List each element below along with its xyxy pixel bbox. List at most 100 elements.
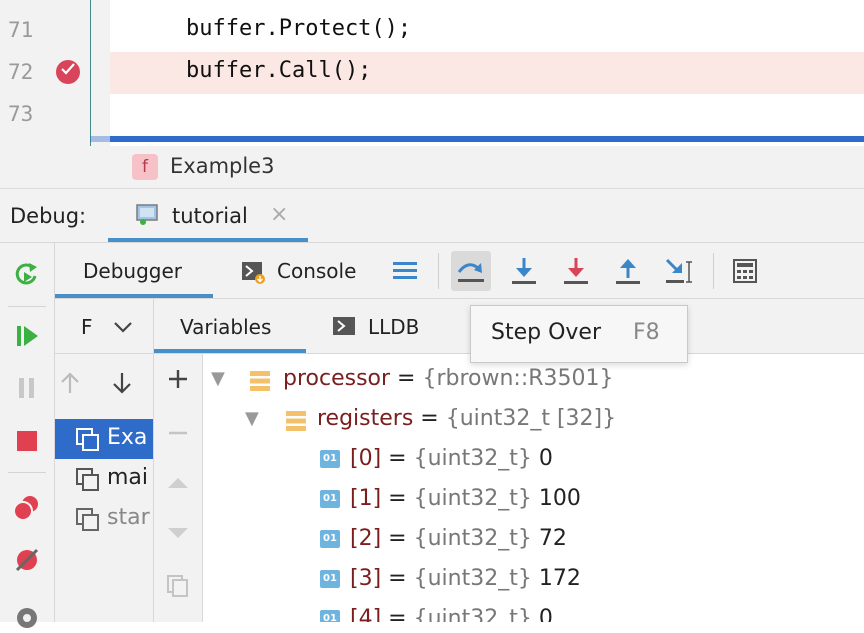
step-out-icon[interactable] [612,255,644,287]
frame-row-selected[interactable]: Exa [55,419,153,459]
pause-icon[interactable] [12,373,42,403]
separator [438,253,439,289]
var-eq: = [413,406,446,431]
var-type: {uint32_t} [413,526,532,551]
view-breakpoints-icon[interactable] [12,493,42,523]
frame-label: star [107,505,150,530]
layout-menu-icon[interactable] [389,255,421,287]
var-name: [4] [350,606,382,622]
code-editor[interactable]: 71 72 73 buffer.Protect(); buffer.Call()… [0,0,864,146]
separator [8,306,46,307]
session-window-icon [136,203,160,225]
expand-triangle-icon[interactable]: ▼ [211,368,225,389]
step-into-icon[interactable] [508,255,540,287]
var-value: 72 [531,526,567,551]
tab-lldb[interactable]: LLDB [324,299,444,353]
frame-icon [75,467,101,497]
var-type: {uint32_t} [413,606,532,622]
tab-debugger-label: Debugger [83,259,182,283]
var-eq: = [390,366,423,391]
debug-session-tab[interactable]: tutorial × [108,189,308,242]
session-tab-label: tutorial [172,204,248,228]
frame-row[interactable]: mai [55,459,153,499]
var-eq: = [381,486,414,511]
breadcrumb-function[interactable]: Example3 [170,154,274,178]
tab-variables[interactable]: Variables [154,299,306,353]
tab-console-label: Console [277,259,357,283]
debug-side-toolbar [0,243,55,628]
close-icon[interactable]: × [270,202,288,227]
force-step-into-icon[interactable] [560,255,592,287]
tab-debugger[interactable]: Debugger [55,243,213,298]
chevron-down-icon[interactable] [113,319,133,338]
session-tab-underline [108,238,308,242]
mute-breakpoints-icon[interactable] [12,545,42,575]
tab-console[interactable]: Console [233,243,373,298]
var-type: {uint32_t} [413,446,532,471]
move-up-icon[interactable] [166,474,190,494]
line-number: 73 [8,102,34,126]
tooltip-shortcut: F8 [633,320,660,345]
debug-tool-window-header: Debug: tutorial × [0,189,864,243]
frame-icon [75,507,101,537]
frame-icon [75,427,101,457]
scroll-marker [90,136,110,142]
code-line[interactable]: buffer.Protect(); [186,16,411,41]
debug-label: Debug: [10,204,87,228]
var-name: registers [317,406,414,431]
tab-variables-label: Variables [180,315,272,339]
terminal-icon [332,316,356,340]
calculator-icon[interactable] [729,255,761,287]
resume-icon[interactable] [12,321,42,351]
struct-icon [249,370,271,398]
remove-watch-icon[interactable] [167,422,189,448]
step-over-tooltip: Step Over F8 [470,305,688,363]
tab-variables-underline [154,349,306,353]
breadcrumb: f Example3 [0,146,864,189]
frames-panel: F Exa mai star [55,299,154,622]
separator [8,472,46,473]
step-over-icon[interactable] [451,251,491,291]
rerun-icon[interactable] [12,259,42,289]
frames-filter-label: F [81,315,93,339]
gutter-separator [90,0,91,146]
primitive-icon: 01 [320,570,340,588]
primitive-icon: 01 [320,530,340,548]
run-to-cursor-icon[interactable] [664,255,696,287]
variables-side-toolbar [154,354,203,622]
tooltip-text: Step Over [491,320,601,345]
tab-lldb-label: LLDB [368,315,420,339]
move-down-icon[interactable] [166,526,190,546]
arrow-up-icon[interactable] [59,371,81,399]
var-type: {uint32_t} [413,486,532,511]
line-number: 72 [8,60,34,84]
var-name: [1] [350,486,382,511]
primitive-icon: 01 [320,450,340,468]
var-type: {rbrown::R3501} [422,366,614,391]
var-eq: = [381,566,414,591]
console-icon [241,261,267,290]
frames-header[interactable]: F [55,299,153,354]
code-line[interactable]: buffer.Call(); [186,58,371,83]
primitive-icon: 01 [320,490,340,508]
var-eq: = [381,526,414,551]
frame-label: Exa [107,425,148,450]
expand-triangle-icon[interactable]: ▼ [245,408,259,429]
copy-icon[interactable] [166,574,190,602]
var-value: 0 [531,446,553,471]
gear-icon[interactable] [12,603,42,633]
variables-tree: ▼ processor = {rbrown::R3501} ▼ register… [203,354,864,622]
line-number: 71 [8,18,34,42]
var-eq: = [381,446,414,471]
stop-icon[interactable] [12,426,42,456]
primitive-icon: 01 [320,610,340,622]
var-value: 100 [531,486,581,511]
frame-row[interactable]: star [55,499,153,539]
var-name: processor [283,366,391,391]
separator [713,253,714,289]
arrow-down-icon[interactable] [111,371,133,399]
add-watch-icon[interactable] [167,368,189,394]
var-name: [0] [350,446,382,471]
breakpoint-icon[interactable] [56,60,80,84]
var-eq: = [381,606,414,622]
